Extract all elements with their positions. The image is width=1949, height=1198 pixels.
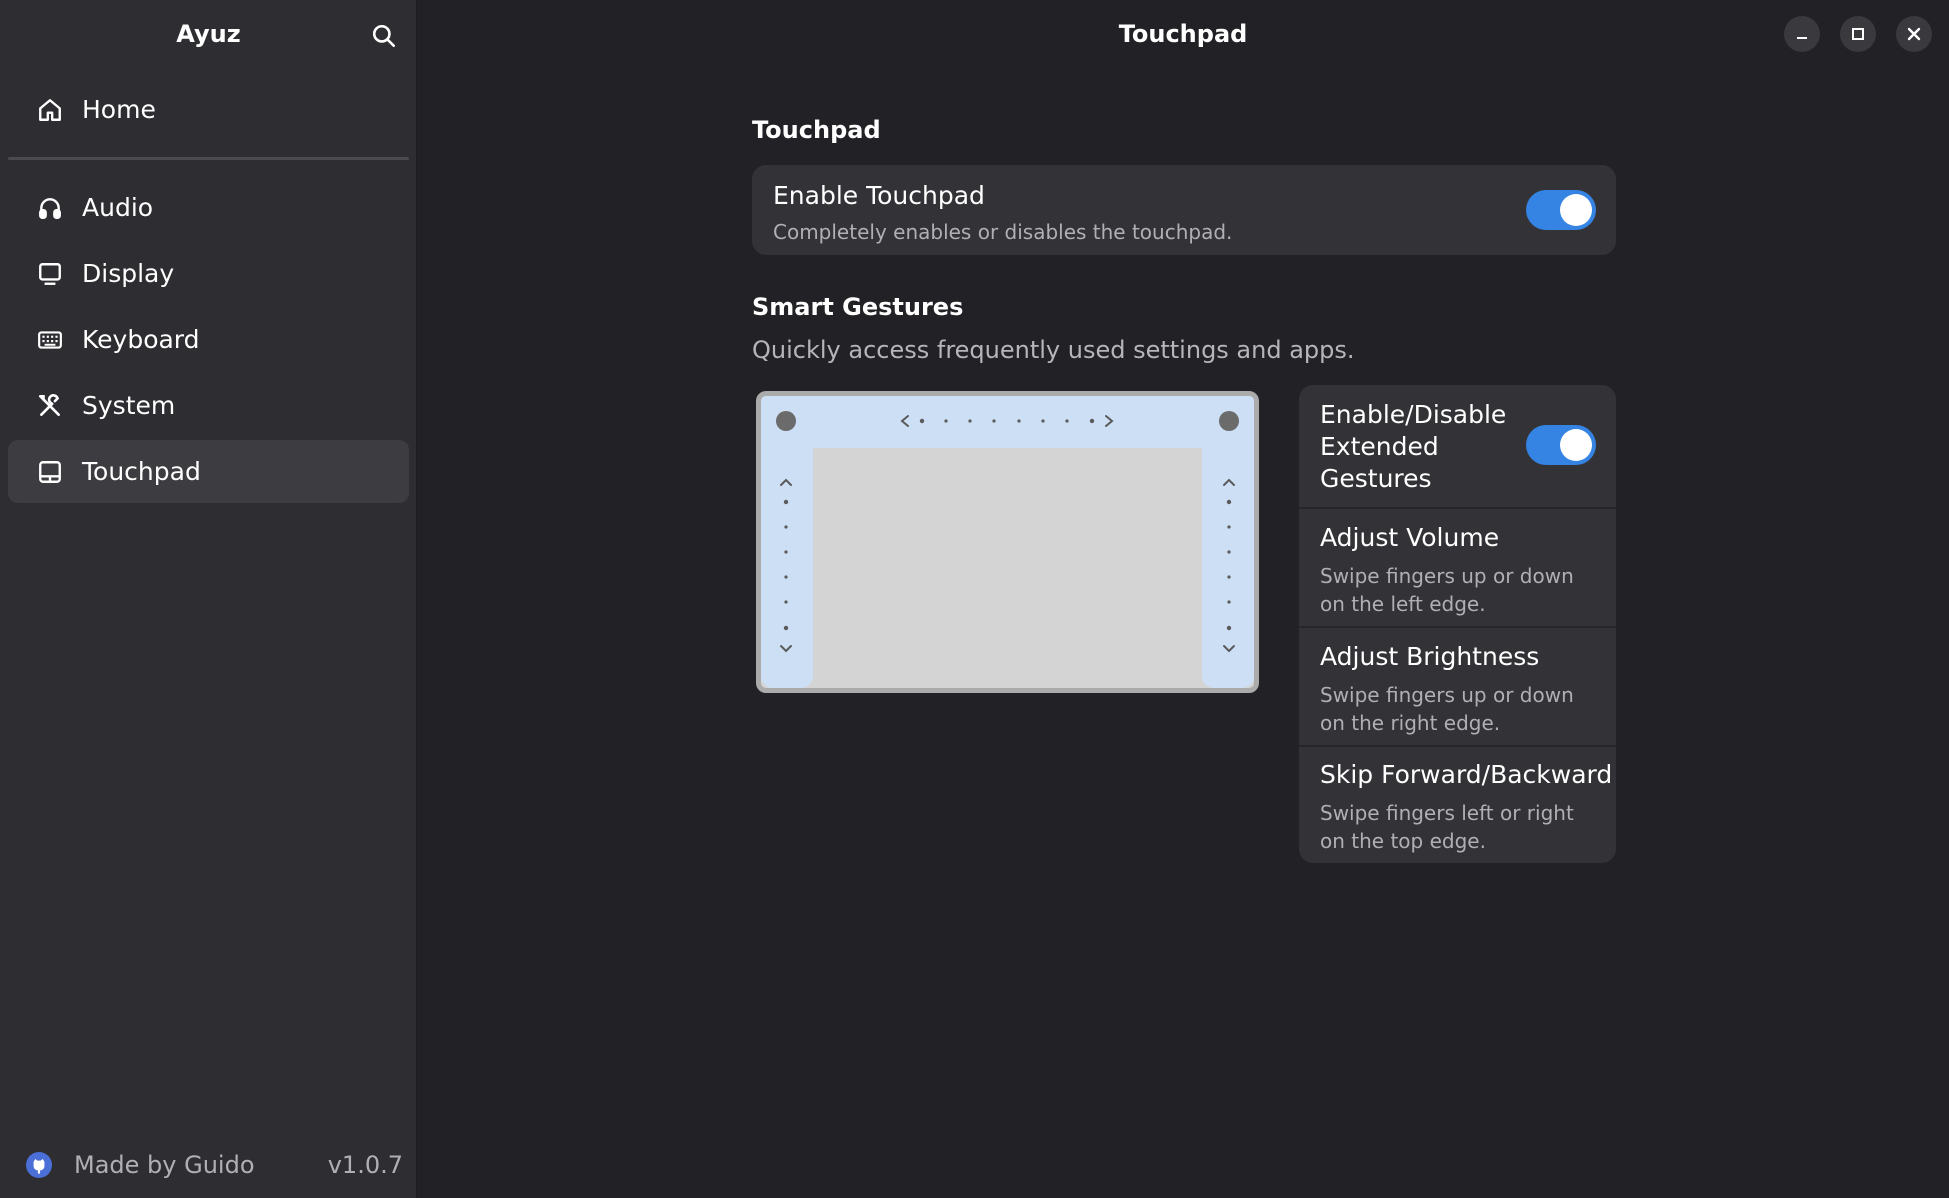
page-title: Touchpad <box>1118 20 1248 48</box>
sidebar-item-label: Display <box>82 259 175 288</box>
skip-forward-backward-row: Skip Forward/Backward Swipe fingers left… <box>1299 760 1616 855</box>
enable-touchpad-toggle[interactable] <box>1526 190 1596 230</box>
adjust-volume-title: Adjust Volume <box>1320 523 1500 552</box>
sidebar-item-home[interactable]: Home <box>8 78 409 141</box>
maximize-icon <box>1852 28 1864 40</box>
extended-gestures-toggle[interactable] <box>1526 425 1596 465</box>
sidebar-item-label: Keyboard <box>82 325 200 354</box>
gesture-arrows <box>780 415 1235 653</box>
sidebar-item-label: Home <box>82 95 156 124</box>
monitor-icon <box>36 260 64 288</box>
touchpad-icon <box>36 458 64 486</box>
sidebar-item-label: Audio <box>82 193 154 222</box>
sidebar-item-label: System <box>82 391 176 420</box>
sidebar-item-keyboard[interactable]: Keyboard <box>8 308 409 371</box>
gestures-section-subtitle: Quickly access frequently used settings … <box>752 336 1355 364</box>
sidebar-item-label: Touchpad <box>82 457 201 486</box>
enable-touchpad-row[interactable]: Enable Touchpad Completely enables or di… <box>752 165 1616 255</box>
toggle-knob <box>1560 194 1592 226</box>
row-divider <box>1299 507 1616 509</box>
sidebar-item-display[interactable]: Display <box>8 242 409 305</box>
minimize-icon <box>1797 37 1807 39</box>
sidebar-divider <box>8 157 409 160</box>
sidebar-item-audio[interactable]: Audio <box>8 176 409 239</box>
gestures-section-title: Smart Gestures <box>752 293 964 321</box>
touchpad-section-title: Touchpad <box>752 116 881 144</box>
version-text: v1.0.7 <box>327 1151 403 1179</box>
sidebar-footer: Made by Guido v1.0.7 <box>26 1149 403 1181</box>
github-icon[interactable] <box>26 1152 52 1178</box>
adjust-brightness-subtitle: Swipe fingers up or down on the right ed… <box>1320 683 1574 735</box>
search-button[interactable] <box>366 18 402 54</box>
toggle-knob <box>1560 429 1592 461</box>
sidebar-header: Ayuz <box>0 0 417 70</box>
search-icon <box>372 24 396 48</box>
gestures-list: Enable/Disable Extended Gestures Adjust … <box>1299 385 1616 863</box>
skip-forward-backward-title: Skip Forward/Backward <box>1320 760 1613 789</box>
tools-icon <box>36 392 64 420</box>
home-icon <box>36 96 64 124</box>
enable-touchpad-subtitle: Completely enables or disables the touch… <box>773 220 1233 244</box>
sidebar-item-system[interactable]: System <box>8 374 409 437</box>
row-divider <box>1299 745 1616 747</box>
close-icon <box>1907 27 1921 41</box>
minimize-button[interactable] <box>1784 16 1820 52</box>
adjust-volume-row: Adjust Volume Swipe fingers up or down o… <box>1299 523 1616 618</box>
enable-touchpad-title: Enable Touchpad <box>773 181 985 210</box>
extended-gestures-row[interactable]: Enable/Disable Extended Gestures <box>1299 399 1616 499</box>
skip-forward-backward-subtitle: Swipe fingers left or right on the top e… <box>1320 801 1574 853</box>
app-title: Ayuz <box>176 20 241 48</box>
extended-gestures-title: Enable/Disable Extended Gestures <box>1320 400 1507 493</box>
adjust-brightness-title: Adjust Brightness <box>1320 642 1540 671</box>
row-divider <box>1299 626 1616 628</box>
adjust-brightness-row: Adjust Brightness Swipe fingers up or do… <box>1299 642 1616 737</box>
made-by-text: Made by Guido <box>74 1151 255 1179</box>
close-button[interactable] <box>1896 16 1932 52</box>
keyboard-icon <box>36 326 64 354</box>
sidebar-item-touchpad[interactable]: Touchpad <box>8 440 409 503</box>
adjust-volume-subtitle: Swipe fingers up or down on the left edg… <box>1320 564 1574 616</box>
sidebar: Ayuz Home Audio Display Keyboard System <box>0 0 417 1198</box>
headphones-icon <box>36 194 64 222</box>
touchpad-illustration <box>756 391 1259 693</box>
maximize-button[interactable] <box>1840 16 1876 52</box>
